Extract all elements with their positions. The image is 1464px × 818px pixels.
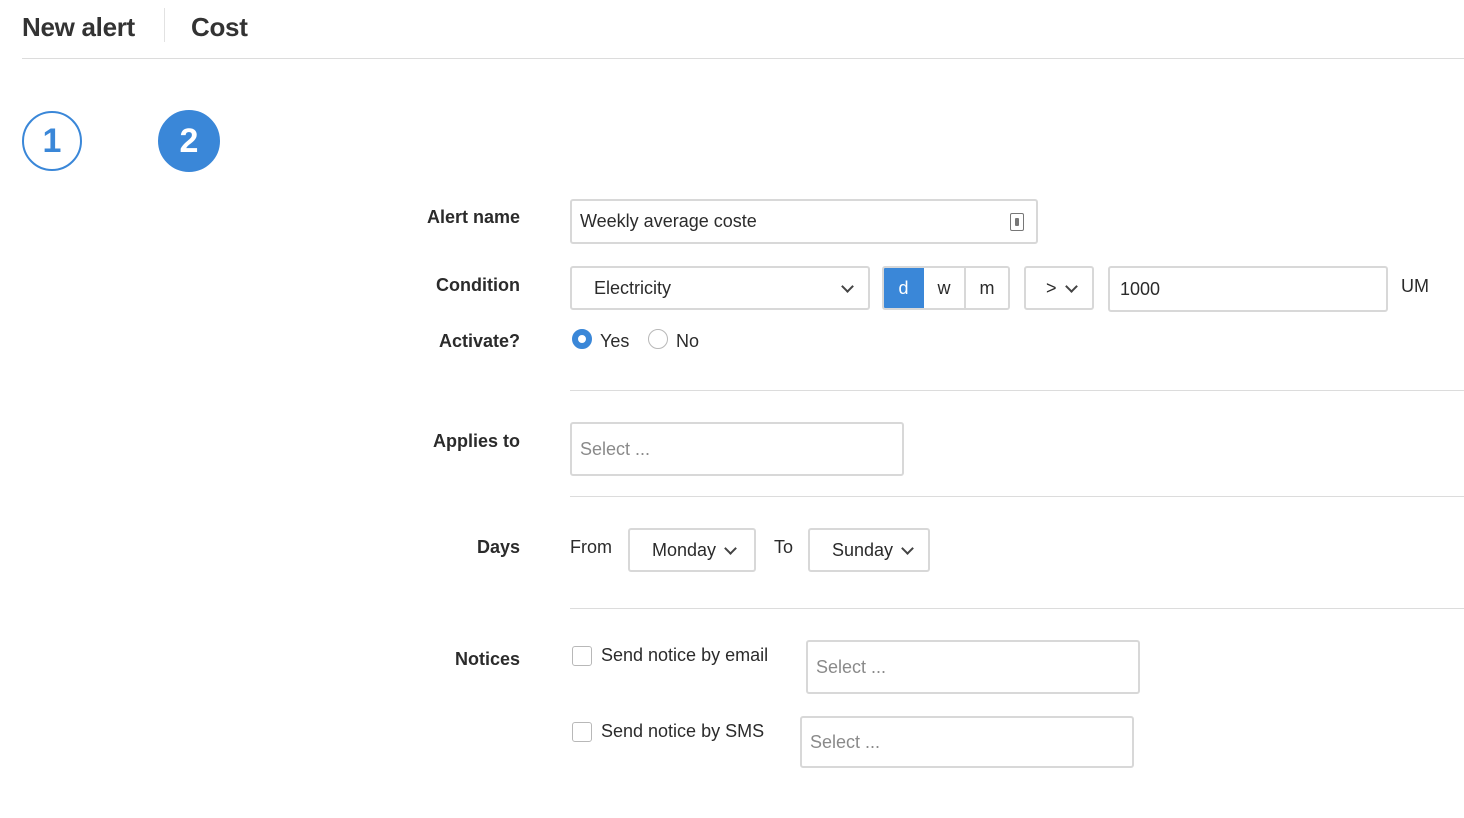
header-rule xyxy=(22,58,1464,59)
metric-select[interactable]: Electricity xyxy=(570,266,870,310)
activate-yes-radio[interactable] xyxy=(572,329,592,349)
sms-recipients-placeholder: Select ... xyxy=(810,731,881,752)
applies-to-select[interactable]: Select ... xyxy=(570,422,904,476)
chevron-down-icon xyxy=(841,279,854,293)
header-divider xyxy=(164,8,165,42)
condition-label: Condition xyxy=(436,275,520,295)
step-2-number: 2 xyxy=(179,121,199,160)
period-day-button[interactable]: d xyxy=(884,268,924,308)
sms-notice-checkbox[interactable] xyxy=(572,722,592,742)
operator-select[interactable]: > xyxy=(1024,266,1094,310)
alert-name-value: Weekly average coste xyxy=(580,211,757,231)
sms-notice-label[interactable]: Send notice by SMS xyxy=(601,721,764,742)
activate-label: Activate? xyxy=(438,331,520,351)
activate-no-radio[interactable] xyxy=(648,329,668,349)
activate-no-label[interactable]: No xyxy=(676,331,699,352)
step-1-indicator[interactable]: 1 xyxy=(22,111,82,171)
days-label: Days xyxy=(476,537,520,557)
activate-yes-label[interactable]: Yes xyxy=(600,331,629,352)
operator-value: > xyxy=(1046,277,1057,298)
sms-recipients-select[interactable]: Select ... xyxy=(800,716,1134,768)
email-recipients-placeholder: Select ... xyxy=(816,656,887,677)
days-from-value: Monday xyxy=(652,539,717,560)
alert-name-label: Alert name xyxy=(426,207,520,227)
days-from-label: From xyxy=(570,537,612,557)
threshold-value: 1000 xyxy=(1120,278,1161,299)
email-notice-label[interactable]: Send notice by email xyxy=(601,645,768,666)
unit-label: UM xyxy=(1401,276,1429,296)
alert-name-input[interactable]: Weekly average coste xyxy=(570,199,1038,244)
email-notice-checkbox[interactable] xyxy=(572,646,592,666)
threshold-input[interactable]: 1000 xyxy=(1108,266,1388,312)
notices-label: Notices xyxy=(454,649,520,669)
section-divider xyxy=(570,608,1464,609)
applies-to-label: Applies to xyxy=(432,431,520,451)
step-1-number: 1 xyxy=(42,121,62,160)
chevron-down-icon xyxy=(901,541,914,555)
page-title: Cost xyxy=(191,12,248,42)
email-recipients-select[interactable]: Select ... xyxy=(806,640,1140,694)
breadcrumb-parent[interactable]: New alert xyxy=(22,12,135,43)
section-divider xyxy=(570,390,1464,391)
section-divider xyxy=(570,496,1464,497)
applies-to-placeholder: Select ... xyxy=(580,438,651,459)
contact-card-icon[interactable] xyxy=(1010,213,1024,231)
chevron-down-icon xyxy=(1064,279,1078,293)
period-week-button[interactable]: w xyxy=(924,268,966,308)
days-to-select[interactable]: Sunday xyxy=(808,528,930,572)
period-toggle: d w m xyxy=(882,266,1010,310)
metric-value: Electricity xyxy=(594,277,672,298)
chevron-down-icon xyxy=(724,541,737,555)
days-to-label: To xyxy=(774,537,794,557)
period-month-button[interactable]: m xyxy=(966,268,1008,308)
days-to-value: Sunday xyxy=(832,539,894,560)
days-from-select[interactable]: Monday xyxy=(628,528,756,572)
step-2-indicator[interactable]: 2 xyxy=(158,110,220,172)
